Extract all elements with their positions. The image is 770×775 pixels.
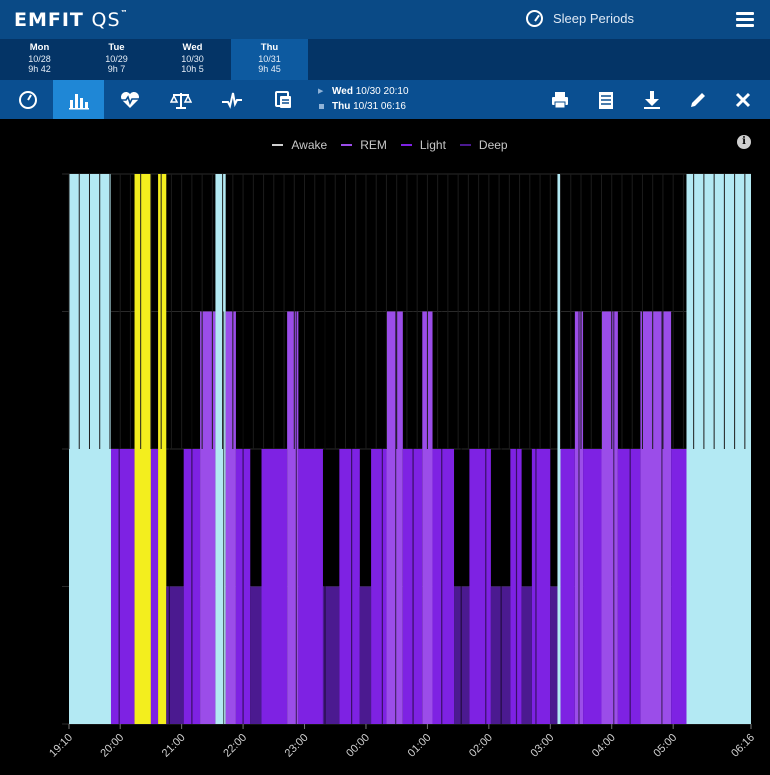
sleep-segment-light (298, 449, 323, 724)
legend-swatch-deep (459, 144, 471, 146)
x-tick-label: 01:00 (406, 732, 434, 760)
download-icon[interactable] (632, 80, 672, 119)
range-end: Thu 10/31 06:16 (332, 101, 406, 112)
sleep-segment-light (671, 449, 687, 724)
dashboard-gauge-icon[interactable] (2, 80, 53, 119)
sleep-segment-deep (250, 586, 262, 724)
legend-item-rem[interactable]: REM (341, 138, 387, 152)
sleep-segment-deep (550, 586, 558, 724)
sleep-segment-light (150, 449, 159, 724)
x-tick-label: 06:16 (729, 732, 757, 760)
sleep-segment-light (110, 449, 135, 724)
play-marker-icon: ▶ (318, 88, 324, 95)
x-tick-label: 05:00 (651, 732, 679, 760)
sleep-segment-movement (134, 174, 151, 724)
print-icon[interactable] (540, 80, 580, 119)
sleep-segment-light (339, 449, 360, 724)
info-icon[interactable]: i (737, 135, 751, 149)
sleep-segment-deep (359, 586, 372, 724)
compare-icon[interactable] (257, 80, 308, 119)
heart-rate-icon[interactable] (104, 80, 155, 119)
top-header: EMFIT QS™ Sleep Periods (0, 0, 770, 39)
legend-swatch-light (400, 144, 412, 146)
sleep-segment-movement (158, 174, 167, 724)
x-tick-label: 23:00 (283, 732, 311, 760)
x-tick-label: 22:00 (221, 732, 249, 760)
sleep-segment-deep (521, 586, 532, 724)
chart-legend: Awake REM Light Deep (0, 138, 770, 152)
sleep-segment-rem (225, 311, 236, 724)
day-tab-thu[interactable]: Thu 10/31 9h 45 (231, 39, 308, 80)
x-tick-label: 02:00 (467, 732, 495, 760)
sleep-segment-rem (640, 311, 672, 724)
x-tick-label: 04:00 (590, 732, 618, 760)
sleep-periods-link[interactable]: Sleep Periods (526, 10, 634, 27)
legend-item-awake[interactable]: Awake (272, 138, 327, 152)
day-tab-mon[interactable]: Mon 10/28 9h 42 (1, 39, 78, 80)
sleep-segment-light (432, 449, 455, 724)
sleep-segment-light (261, 449, 288, 724)
x-tick-label: 19:10 (47, 732, 75, 760)
gauge-icon (526, 10, 543, 27)
day-tab-tue[interactable]: Tue 10/29 9h 7 (78, 39, 155, 80)
sleep-segment-rem (601, 311, 618, 724)
range-start: Wed 10/30 20:10 (332, 86, 409, 97)
hamburger-menu-icon[interactable] (736, 12, 754, 27)
bar-chart-icon[interactable] (53, 80, 104, 119)
sleep-segment-light (469, 449, 491, 724)
legend-item-deep[interactable]: Deep (459, 138, 508, 152)
balance-scale-icon[interactable] (155, 80, 206, 119)
x-tick-label: 20:00 (98, 732, 126, 760)
sleep-segment-light (583, 449, 602, 724)
close-icon[interactable] (723, 80, 763, 119)
legend-item-light[interactable]: Light (400, 138, 446, 152)
x-tick-label: 21:00 (160, 732, 188, 760)
sleep-segment-awake (686, 174, 751, 724)
sleep-segment-light (617, 449, 641, 724)
sleep-segment-rem (386, 311, 403, 724)
stop-marker-icon (319, 104, 324, 109)
period-range: ▶ Wed 10/30 20:10 Thu 10/31 06:16 (318, 84, 409, 114)
day-selector: Mon 10/28 9h 42 Tue 10/29 9h 7 Wed 10/30… (0, 39, 770, 80)
legend-swatch-awake (272, 144, 284, 146)
emfit-logo[interactable]: EMFIT QS™ (14, 9, 129, 31)
edit-icon[interactable] (678, 80, 718, 119)
day-tab-wed[interactable]: Wed 10/30 10h 5 (154, 39, 231, 80)
sleep-segment-awake (69, 174, 111, 724)
hypnogram-chart: 19:10 20:00 21:00 22:00 23:00 00:00 01:00 02:00… (47, 173, 757, 760)
x-tick-label: 00:00 (344, 732, 372, 760)
hrv-wave-icon[interactable] (206, 80, 257, 119)
legend-swatch-rem (341, 144, 353, 146)
sleep-segment-light (560, 449, 575, 724)
sleep-periods-label: Sleep Periods (553, 11, 634, 26)
sleep-segment-light (371, 449, 387, 724)
notes-icon[interactable] (586, 80, 626, 119)
sleep-segment-light (531, 449, 551, 724)
x-tick-label: 03:00 (528, 732, 556, 760)
